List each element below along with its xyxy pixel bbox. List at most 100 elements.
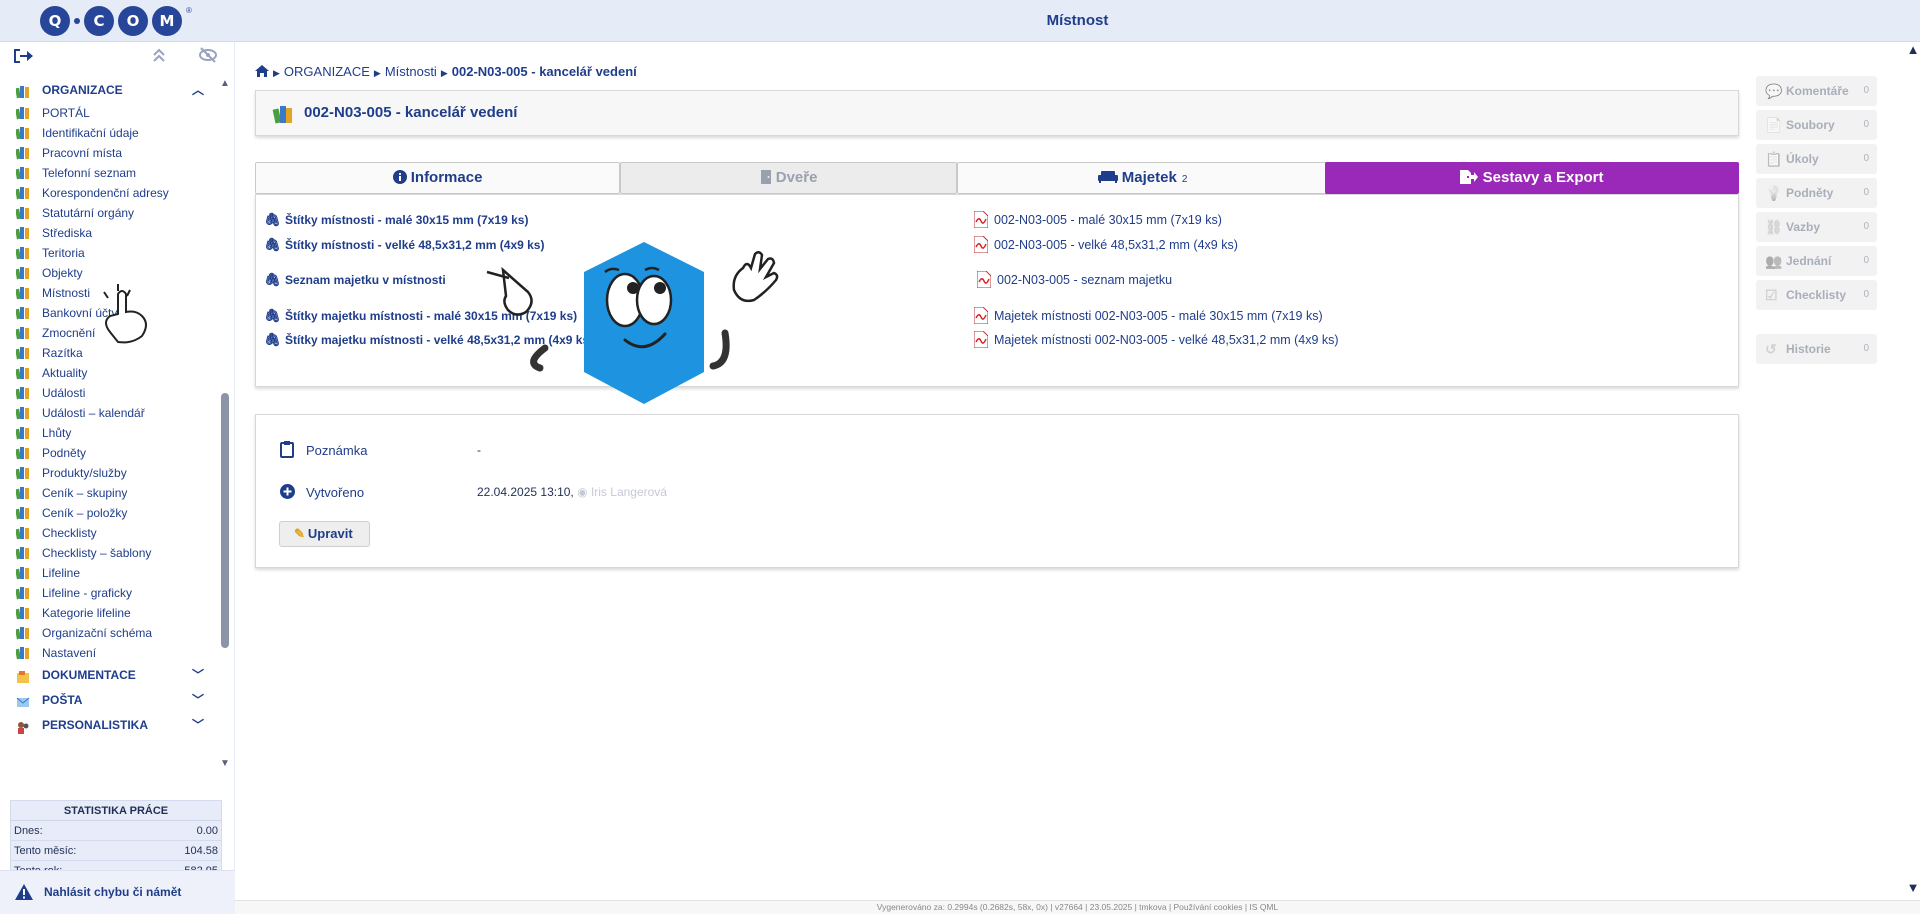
sidebar-item[interactable]: Lifeline - graficky [0, 583, 218, 603]
sidebar-item[interactable]: Produkty/služby [0, 463, 218, 483]
sidebar-item[interactable]: Události – kalendář [0, 403, 218, 423]
export-pdf-link[interactable]: Majetek místnosti 002-N03-005 - malé 30x… [973, 306, 1323, 325]
stats-label: Dnes: [14, 825, 43, 837]
folder-icon [15, 426, 30, 440]
scroll-up-arrow-icon[interactable]: ▲ [219, 78, 231, 89]
sidebar-item[interactable]: Aktuality [0, 363, 218, 383]
logout-icon[interactable] [12, 47, 34, 70]
sidebar-item[interactable]: Checklisty [0, 523, 218, 543]
panel-comment[interactable]: 💬 Komentáře 0 [1756, 76, 1877, 106]
chevron-down-icon[interactable]: ﹀ [192, 663, 204, 688]
tab-sestavy-export[interactable]: Sestavy a Export [1325, 162, 1739, 194]
sidebar-item[interactable]: Checklisty – šablony [0, 543, 218, 563]
tab-informace[interactable]: Informace [255, 162, 620, 194]
sidebar-item[interactable]: Střediska [0, 223, 218, 243]
logo-dot [74, 18, 80, 24]
chevron-down-icon[interactable]: ﹀ [192, 688, 204, 713]
sidebar-group-3[interactable]: PERSONALISTIKA ﹀ [0, 713, 218, 738]
panel-bulb[interactable]: 💡 Podněty 0 [1756, 178, 1877, 208]
sidebar-group-0[interactable]: ORGANIZACE ︿ [0, 78, 218, 103]
comment-icon: 💬 [1765, 83, 1783, 99]
panel-count: 0 [1863, 119, 1869, 130]
sidebar-item-label: Ceník – položky [42, 506, 128, 520]
panel-task[interactable]: 📋 Úkoly 0 [1756, 144, 1877, 174]
sidebar-group-1[interactable]: DOKUMENTACE ﹀ [0, 663, 218, 688]
tab-label: Majetek [1121, 169, 1177, 186]
sidebar-item[interactable]: Identifikační údaje [0, 123, 218, 143]
paperclip-icon: 🖇 [264, 332, 281, 347]
sidebar-item-label: Checklisty – šablony [42, 546, 152, 560]
panel-link[interactable]: ⛓ Vazby 0 [1756, 212, 1877, 242]
scroll-down-arrow-icon[interactable]: ▼ [219, 758, 231, 769]
sidebar: ORGANIZACE ︿ PORTÁL Identifikační údaje Prac… [0, 42, 235, 914]
sidebar-item[interactable]: Lifeline [0, 563, 218, 583]
sidebar-item[interactable]: Kategorie lifeline [0, 603, 218, 623]
export-pdf-label: Majetek místnosti 002-N03-005 - malé 30x… [994, 309, 1323, 323]
folder-icon [15, 246, 30, 260]
sidebar-item-label: Razítka [42, 346, 83, 360]
panel-label: Jednání [1786, 254, 1832, 268]
folder-icon [15, 266, 30, 280]
folder-icon [15, 406, 30, 420]
export-pdf-link[interactable]: 002-N03-005 - velké 48,5x31,2 mm (4x9 ks… [973, 235, 1238, 254]
panel-count: 0 [1863, 343, 1869, 354]
main-scrollbar[interactable]: ▲ ▼ [1906, 42, 1920, 902]
sidebar-scrollbar[interactable]: ▲ ▼ [219, 78, 231, 769]
scroll-up-arrow-icon[interactable]: ▲ [1906, 42, 1920, 57]
stats-value: 0.00 [196, 825, 218, 837]
panel-history[interactable]: ↺ Historie 0 [1756, 334, 1877, 364]
export-report-link[interactable]: 🖇 Seznam majetku v místnosti [264, 272, 446, 288]
panel-checklist[interactable]: ☑ Checklisty 0 [1756, 280, 1877, 310]
sidebar-item[interactable]: Podněty [0, 443, 218, 463]
sidebar-item[interactable]: Ceník – položky [0, 503, 218, 523]
export-pdf-link[interactable]: 002-N03-005 - seznam majetku [976, 270, 1172, 289]
sidebar-item-label: Podněty [42, 446, 87, 460]
folder-icon [15, 186, 30, 200]
sidebar-item[interactable]: Ceník – skupiny [0, 483, 218, 503]
export-pdf-label: 002-N03-005 - velké 48,5x31,2 mm (4x9 ks… [994, 238, 1238, 252]
sidebar-item-label: PORTÁL [42, 106, 90, 120]
sidebar-item[interactable]: Organizační schéma [0, 623, 218, 643]
tab-dvere[interactable]: Dveře [620, 162, 957, 194]
sidebar-item[interactable]: Telefonní seznam [0, 163, 218, 183]
sidebar-item[interactable]: Korespondenční adresy [0, 183, 218, 203]
sidebar-item[interactable]: Teritoria [0, 243, 218, 263]
sidebar-item[interactable]: PORTÁL [0, 103, 218, 123]
sidebar-scroll-thumb[interactable] [221, 393, 229, 648]
tab-majetek[interactable]: Majetek 2 [957, 162, 1328, 194]
logo-letter: Q [40, 6, 70, 36]
breadcrumb-link-mistnosti[interactable]: Místnosti [385, 64, 437, 79]
report-bug-link[interactable]: Nahlásit chybu či námět [0, 870, 235, 914]
sidebar-item-label: Nastavení [42, 646, 97, 660]
hide-eye-icon[interactable] [198, 47, 218, 68]
export-report-link[interactable]: 🖇 Štítky místnosti - malé 30x15 mm (7x19 … [264, 212, 528, 228]
home-icon[interactable] [255, 64, 269, 79]
breadcrumb-current: 002-N03-005 - kancelář vedení [451, 64, 637, 79]
breadcrumb-separator-icon: ▶ [373, 68, 381, 78]
export-pdf-link[interactable]: 002-N03-005 - malé 30x15 mm (7x19 ks) [973, 210, 1222, 229]
sidebar-item[interactable]: Lhůty [0, 423, 218, 443]
sidebar-item[interactable]: Události [0, 383, 218, 403]
export-pdf-link[interactable]: Majetek místnosti 002-N03-005 - velké 48… [973, 330, 1339, 349]
sidebar-item[interactable]: Objekty [0, 263, 218, 283]
sidebar-item[interactable]: Statutární orgány [0, 203, 218, 223]
qcom-logo[interactable]: Q C O M ® [40, 4, 192, 38]
sidebar-group-2[interactable]: POŠTA ﹀ [0, 688, 218, 713]
scroll-down-arrow-icon[interactable]: ▼ [1906, 880, 1920, 895]
folder-icon [15, 386, 30, 400]
folder-icon [15, 546, 30, 560]
panel-file[interactable]: 📄 Soubory 0 [1756, 110, 1877, 140]
chevron-up-icon[interactable]: ︿ [192, 78, 204, 103]
chevron-down-icon[interactable]: ﹀ [192, 713, 204, 738]
sidebar-item[interactable]: Nastavení [0, 643, 218, 663]
sidebar-item[interactable]: Pracovní místa [0, 143, 218, 163]
sidebar-item-label: Checklisty [42, 526, 97, 540]
panel-count: 0 [1863, 255, 1869, 266]
breadcrumb-link-organizace[interactable]: ORGANIZACE [284, 64, 370, 79]
panel-people[interactable]: 👥 Jednání 0 [1756, 246, 1877, 276]
edit-button[interactable]: ✎ Upravit [279, 521, 370, 547]
folder-icon [15, 526, 30, 540]
logo-letter: C [84, 6, 114, 36]
collapse-all-icon[interactable] [151, 47, 167, 68]
created-by-user[interactable]: Iris Langerová [591, 485, 667, 499]
